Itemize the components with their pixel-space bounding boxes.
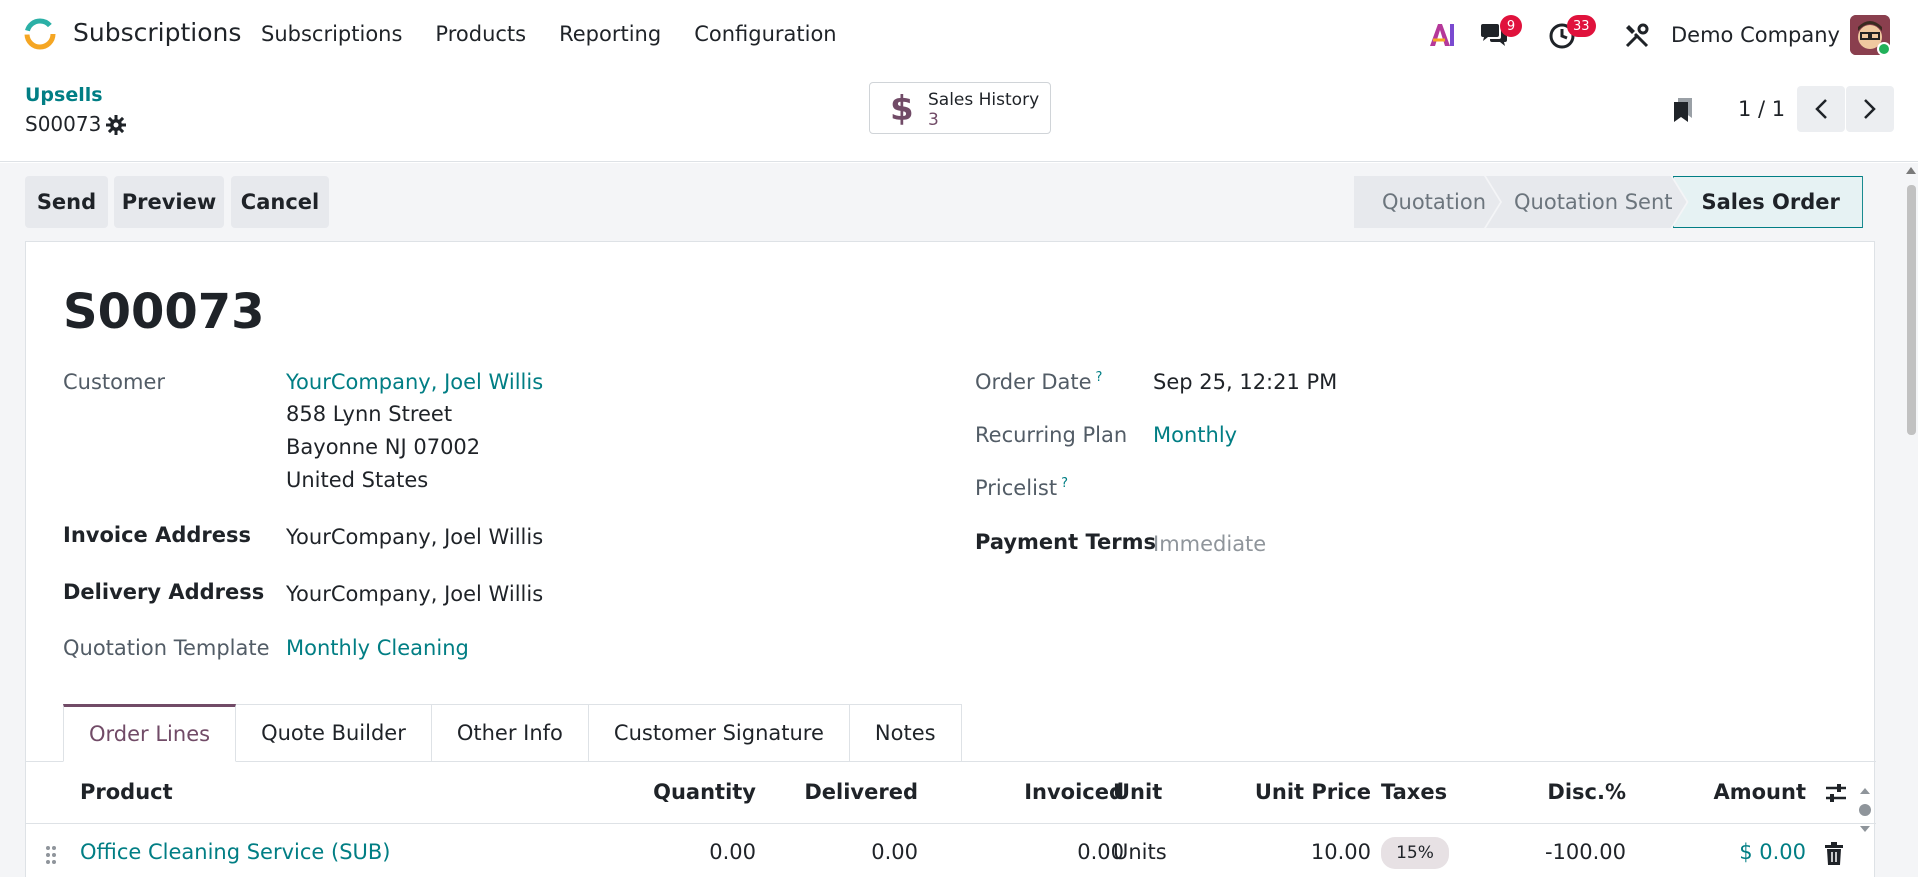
row-unit[interactable]: Units <box>1113 840 1167 864</box>
recurring-plan-label: Recurring Plan <box>975 423 1128 447</box>
scroll-up-icon[interactable] <box>1906 167 1916 174</box>
menu-subscriptions[interactable]: Subscriptions <box>261 22 402 46</box>
quotation-template-field[interactable]: Monthly Cleaning <box>286 636 469 660</box>
chevron-left-icon <box>1815 99 1827 119</box>
breadcrumb-upsells[interactable]: Upsells <box>25 84 103 106</box>
trash-icon[interactable] <box>1824 842 1844 866</box>
help-icon[interactable]: ? <box>1096 370 1103 385</box>
order-lines-header: Product Quantity Delivered Invoiced Unit… <box>26 762 1876 824</box>
sales-history-count: 3 <box>928 110 939 130</box>
order-date-field[interactable]: Sep 25, 12:21 PM <box>1153 370 1337 394</box>
app-logo-icon[interactable] <box>22 16 58 52</box>
stage-pipeline: Quotation Quotation Sent Sales Order <box>1354 176 1863 228</box>
help-icon[interactable]: ? <box>1061 476 1068 491</box>
bookmark-icon[interactable] <box>1671 96 1695 124</box>
table-row[interactable]: Office Cleaning Service (SUB) 0.00 0.00 … <box>26 824 1876 877</box>
customer-street: 858 Lynn Street <box>286 402 453 426</box>
customer-label: Customer <box>63 370 166 394</box>
row-quantity[interactable]: 0.00 <box>616 840 756 864</box>
col-unit[interactable]: Unit <box>1113 780 1162 804</box>
row-unit-price[interactable]: 10.00 <box>1216 840 1371 864</box>
tab-quote-builder[interactable]: Quote Builder <box>236 704 432 762</box>
preview-button[interactable]: Preview <box>114 176 224 228</box>
sales-history-button[interactable]: $ Sales History 3 <box>869 82 1051 134</box>
ai-icon[interactable] <box>1427 20 1457 50</box>
payment-terms-field[interactable]: Immediate <box>1153 532 1266 556</box>
top-navbar: Subscriptions Subscriptions Products Rep… <box>0 0 1918 72</box>
company-switcher[interactable]: Demo Company <box>1671 23 1840 47</box>
stage-quotation-sent[interactable]: Quotation Sent <box>1486 176 1686 228</box>
customer-country: United States <box>286 468 429 492</box>
cancel-button[interactable]: Cancel <box>231 176 329 228</box>
tab-order-lines[interactable]: Order Lines <box>63 704 237 762</box>
delivery-address-label: Delivery Address <box>63 580 265 604</box>
menu-reporting[interactable]: Reporting <box>559 22 661 46</box>
order-title: S00073 <box>63 284 265 340</box>
col-invoiced[interactable]: Invoiced <box>976 780 1124 804</box>
drag-handle-icon[interactable] <box>44 844 58 866</box>
recurring-plan-field[interactable]: Monthly <box>1153 423 1237 447</box>
col-delivered[interactable]: Delivered <box>776 780 918 804</box>
breadcrumb-current: S00073 <box>25 112 102 136</box>
pager-previous-button[interactable] <box>1797 86 1845 132</box>
notebook-tabs: Order Lines Quote Builder Other Info Cus… <box>63 704 962 762</box>
menu-products[interactable]: Products <box>435 22 526 46</box>
col-discount[interactable]: Disc.% <box>1476 780 1626 804</box>
stage-quotation[interactable]: Quotation <box>1354 176 1500 228</box>
col-taxes[interactable]: Taxes <box>1381 780 1447 804</box>
stage-sales-order[interactable]: Sales Order <box>1672 176 1863 228</box>
quotation-template-label: Quotation Template <box>63 636 270 660</box>
pager-value[interactable]: 1 / 1 <box>1738 97 1785 121</box>
menu-configuration[interactable]: Configuration <box>694 22 836 46</box>
pricelist-label: Pricelist? <box>975 476 1068 500</box>
status-bar: Send Preview Cancel Quotation Quotation … <box>0 163 1904 241</box>
page-scrollbar[interactable] <box>1904 163 1918 877</box>
order-date-label: Order Date? <box>975 370 1103 394</box>
activities-badge: 33 <box>1567 15 1596 37</box>
row-amount: $ 0.00 <box>1739 840 1806 864</box>
tab-other-info[interactable]: Other Info <box>431 704 589 762</box>
row-invoiced: 0.00 <box>1077 840 1124 864</box>
send-button[interactable]: Send <box>25 176 108 228</box>
form-sheet: S00073 Customer YourCompany, Joel Willis… <box>25 241 1876 877</box>
tab-customer-signature[interactable]: Customer Signature <box>588 704 850 762</box>
chevron-right-icon <box>1864 99 1876 119</box>
row-delivered[interactable]: 0.00 <box>776 840 918 864</box>
main-menu: Subscriptions Products Reporting Configu… <box>261 22 837 46</box>
col-quantity[interactable]: Quantity <box>616 780 756 804</box>
customer-field[interactable]: YourCompany, Joel Willis <box>286 370 543 394</box>
tools-icon[interactable] <box>1623 22 1651 50</box>
customer-city: Bayonne NJ 07002 <box>286 435 481 459</box>
sales-history-label: Sales History <box>928 90 1040 110</box>
optional-columns-icon[interactable] <box>1824 782 1848 804</box>
row-tax-tag[interactable]: 15% <box>1381 837 1449 869</box>
dollar-icon: $ <box>890 89 914 129</box>
payment-terms-label: Payment Terms <box>975 530 1156 554</box>
col-product[interactable]: Product <box>80 780 173 804</box>
row-discount[interactable]: -100.00 <box>1476 840 1626 864</box>
tab-notes[interactable]: Notes <box>849 704 962 762</box>
row-product[interactable]: Office Cleaning Service (SUB) <box>80 840 391 864</box>
invoice-address-label: Invoice Address <box>63 523 251 547</box>
gear-icon[interactable] <box>106 115 126 135</box>
control-panel: Upsells S00073 $ Sales History 3 1 / 1 <box>0 72 1918 162</box>
messages-badge: 9 <box>1500 15 1522 37</box>
col-unit-price[interactable]: Unit Price <box>1216 780 1371 804</box>
form-view: Send Preview Cancel Quotation Quotation … <box>0 163 1904 877</box>
col-amount[interactable]: Amount <box>1646 780 1806 804</box>
scrollbar-thumb[interactable] <box>1907 185 1916 435</box>
presence-indicator <box>1877 42 1891 56</box>
invoice-address-field[interactable]: YourCompany, Joel Willis <box>286 525 543 549</box>
delivery-address-field[interactable]: YourCompany, Joel Willis <box>286 582 543 606</box>
app-title[interactable]: Subscriptions <box>73 18 241 47</box>
pager-next-button[interactable] <box>1846 86 1894 132</box>
